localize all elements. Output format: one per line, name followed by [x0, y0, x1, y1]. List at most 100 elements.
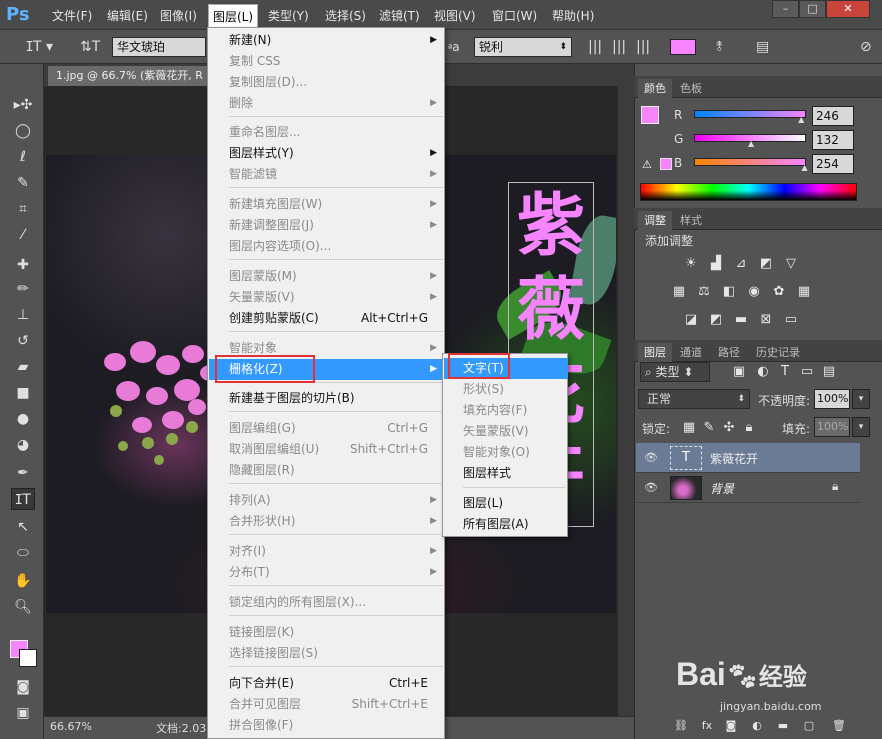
eyedropper-tool-icon[interactable]: ⁄ [11, 224, 35, 246]
fill-dropdown-icon[interactable]: ▾ [852, 417, 870, 437]
menu-item-flatten-image[interactable]: 拼合图像(F) [209, 715, 445, 736]
submenu-item-layer[interactable]: 图层(L) [444, 493, 568, 514]
curves-icon[interactable]: ⊿ [732, 256, 750, 272]
filter-type-icon[interactable]: T [776, 364, 794, 380]
threshold-icon[interactable]: ▬ [732, 312, 750, 328]
menu-type[interactable]: 类型(Y) [268, 6, 309, 26]
tab-channels[interactable]: 通道 [674, 343, 708, 362]
menu-help[interactable]: 帮助(H) [552, 6, 594, 26]
lock-image-icon[interactable]: ✎ [700, 420, 718, 436]
menu-item-smart-filter[interactable]: 智能滤镜 ▶ [209, 164, 445, 185]
type-tool-icon[interactable]: ⵊT [11, 488, 35, 510]
blend-mode-select[interactable]: 正常 ⬍ [638, 389, 750, 409]
tab-layers[interactable]: 图层 [638, 343, 672, 362]
gamut-warning-icon[interactable]: ⚠ [642, 158, 652, 171]
text-orientation-icon[interactable]: ⇅T [80, 39, 100, 55]
menu-item-vector-mask[interactable]: 矢量蒙版(V) ▶ [209, 287, 445, 308]
menu-item-distribute[interactable]: 分布(T) ▶ [209, 562, 445, 583]
healing-brush-tool-icon[interactable]: ✚ [11, 254, 35, 276]
layer-name[interactable]: 背景 [710, 480, 734, 497]
opacity-dropdown-icon[interactable]: ▾ [852, 389, 870, 409]
zoom-level[interactable]: 66.67% [50, 720, 92, 733]
lock-position-icon[interactable]: ✣ [720, 420, 738, 436]
text-color-swatch[interactable] [670, 39, 696, 55]
menu-item-hide-layers[interactable]: 隐藏图层(R) [209, 460, 445, 481]
green-value-field[interactable]: 132 [812, 130, 854, 150]
hand-tool-icon[interactable]: ✋ [11, 570, 35, 592]
screen-mode-icon[interactable]: ▣ [11, 702, 35, 724]
menu-window[interactable]: 窗口(W) [492, 6, 537, 26]
tab-adjustments[interactable]: 调整 [638, 211, 672, 230]
menu-item-link-layers[interactable]: 链接图层(K) [209, 622, 445, 643]
menu-item-merge-visible[interactable]: 合并可见图层 Shift+Ctrl+E [209, 694, 445, 715]
align-left-icon[interactable]: ||| [588, 39, 602, 55]
exposure-icon[interactable]: ◩ [757, 256, 775, 272]
selective-color-icon[interactable]: ⊠ [757, 312, 775, 328]
menu-item-new[interactable]: 新建(N) ▶ [209, 30, 445, 51]
eraser-tool-icon[interactable]: ▰ [11, 356, 35, 378]
filter-adjustment-icon[interactable]: ◐ [754, 364, 772, 380]
menu-item-ungroup-layers[interactable]: 取消图层编组(U) Shift+Ctrl+G [209, 439, 445, 460]
invert-icon[interactable]: ◪ [682, 312, 700, 328]
opacity-field[interactable]: 100% [814, 389, 850, 409]
channel-mixer-icon[interactable]: ✿ [770, 284, 788, 300]
menu-item-new-layer-based-slice[interactable]: 新建基于图层的切片(B) [209, 388, 445, 409]
green-slider-knob[interactable]: ▲ [748, 139, 754, 148]
lock-transparent-icon[interactable]: ▦ [680, 420, 698, 436]
menu-file[interactable]: 文件(F) [52, 6, 92, 26]
menu-layer[interactable]: 图层(L) [208, 4, 259, 28]
font-family-field[interactable]: 华文琥珀 [112, 37, 206, 57]
vibrance-icon[interactable]: ▽ [782, 256, 800, 272]
blue-value-field[interactable]: 254 [812, 154, 854, 174]
cancel-icon[interactable]: ⊘ [860, 39, 872, 55]
close-button[interactable]: ✕ [826, 0, 870, 18]
path-selection-tool-icon[interactable]: ↖ [11, 516, 35, 538]
fill-field[interactable]: 100% [814, 417, 850, 437]
antialias-select[interactable]: 锐利 ⬍ [474, 37, 572, 57]
submenu-item-layer-style[interactable]: 图层样式 [444, 463, 568, 484]
menu-item-combine-shapes[interactable]: 合并形状(H) ▶ [209, 511, 445, 532]
red-slider-knob[interactable]: ▲ [798, 115, 804, 124]
menu-item-layer-mask[interactable]: 图层蒙版(M) ▶ [209, 266, 445, 287]
tab-paths[interactable]: 路径 [712, 343, 746, 362]
warp-text-icon[interactable]: ⥉ [716, 39, 723, 55]
brush-tool-icon[interactable]: ✏ [11, 278, 35, 300]
menu-item-merge-down[interactable]: 向下合并(E) Ctrl+E [209, 673, 445, 694]
move-tool-icon[interactable]: ▸✣ [11, 94, 35, 116]
hue-saturation-icon[interactable]: ▦ [670, 284, 688, 300]
red-slider[interactable] [694, 110, 806, 118]
filter-smart-object-icon[interactable]: ▤ [820, 364, 838, 380]
text-tool-preset-icon[interactable]: ⵊT ▾ [26, 39, 53, 55]
color-lookup-icon[interactable]: ▦ [795, 284, 813, 300]
red-value-field[interactable]: 246 [812, 106, 854, 126]
gradient-tool-icon[interactable]: ■ [11, 382, 35, 404]
visibility-eye-icon[interactable]: 👁︎ [644, 451, 658, 464]
clone-stamp-tool-icon[interactable]: ⊥ [11, 304, 35, 326]
posterize-icon[interactable]: ◩ [707, 312, 725, 328]
minimize-button[interactable]: – [772, 0, 799, 18]
blue-slider[interactable] [694, 158, 806, 166]
menu-image[interactable]: 图像(I) [160, 6, 197, 26]
color-spectrum-bar[interactable] [640, 183, 857, 201]
submenu-item-fill-content[interactable]: 填充内容(F) [444, 400, 568, 421]
ellipse-tool-icon[interactable]: ⬭ [11, 542, 35, 564]
blue-slider-knob[interactable]: ▲ [802, 163, 808, 172]
layer-name[interactable]: 紫薇花开 [710, 450, 758, 467]
submenu-item-vector-mask[interactable]: 矢量蒙版(V) [444, 421, 568, 442]
black-white-icon[interactable]: ◧ [720, 284, 738, 300]
menu-item-duplicate-layer[interactable]: 复制图层(D)... [209, 72, 445, 93]
character-panel-icon[interactable]: ▤ [756, 39, 769, 55]
menu-view[interactable]: 视图(V) [434, 6, 476, 26]
menu-select[interactable]: 选择(S) [325, 6, 366, 26]
menu-item-align[interactable]: 对齐(I) ▶ [209, 541, 445, 562]
quick-select-tool-icon[interactable]: ✎ [11, 172, 35, 194]
tab-history[interactable]: 历史记录 [750, 343, 806, 362]
submenu-item-all-layers[interactable]: 所有图层(A) [444, 514, 568, 535]
brightness-icon[interactable]: ☀ [682, 256, 700, 272]
color-panel-fg-swatch[interactable] [641, 106, 659, 124]
menu-item-arrange[interactable]: 排列(A) ▶ [209, 490, 445, 511]
color-balance-icon[interactable]: ⚖ [695, 284, 713, 300]
background-color-swatch[interactable] [19, 649, 37, 667]
menu-item-select-linked-layers[interactable]: 选择链接图层(S) [209, 643, 445, 664]
blur-tool-icon[interactable]: ● [11, 408, 35, 430]
